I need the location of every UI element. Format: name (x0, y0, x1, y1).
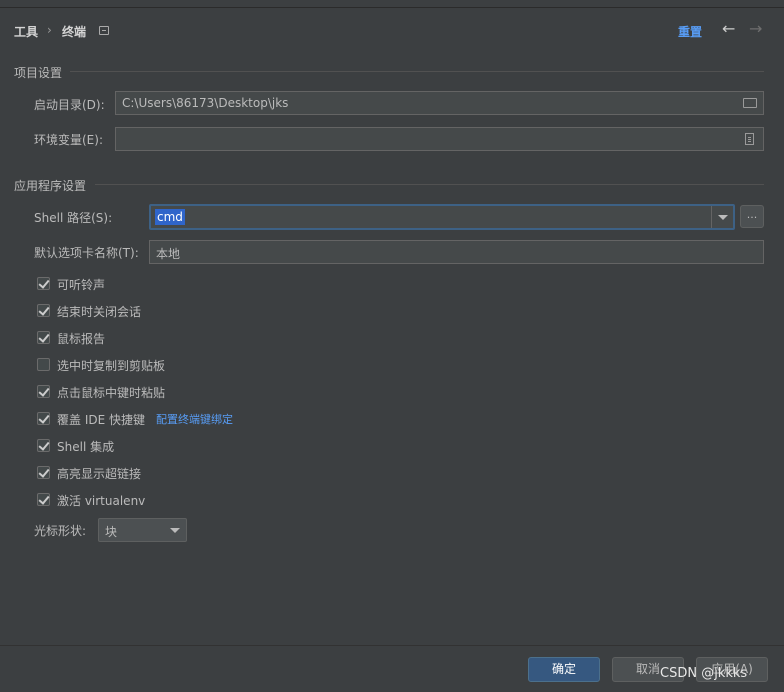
default-tab-name-value: 本地 (156, 247, 181, 261)
shell-path-value[interactable]: cmd (155, 209, 185, 225)
forward-arrow-icon[interactable]: → (749, 19, 762, 38)
window-top-edge (0, 0, 784, 8)
checkbox-label: 结束时关闭会话 (57, 305, 142, 319)
checkbox-icon[interactable] (37, 331, 50, 344)
chevron-down-icon (170, 528, 180, 533)
checkbox-label: 点击鼠标中键时粘贴 (57, 386, 166, 400)
checkbox-icon[interactable] (37, 385, 50, 398)
folder-icon[interactable] (743, 98, 757, 108)
ok-button[interactable]: 确定 (528, 657, 600, 682)
section-divider (95, 184, 764, 185)
breadcrumb-tools[interactable]: 工具 (14, 23, 38, 40)
chevron-down-icon[interactable] (711, 206, 733, 228)
checkbox-icon[interactable] (37, 412, 50, 425)
edit-env-icon[interactable] (745, 133, 754, 145)
shell-path-label: Shell 路径(S): (34, 211, 113, 225)
back-arrow-icon[interactable]: ← (722, 19, 735, 38)
env-vars-input[interactable] (115, 127, 764, 151)
cursor-shape-label: 光标形状: (34, 524, 87, 538)
breadcrumb-separator: › (47, 23, 52, 37)
start-dir-input[interactable]: C:\Users\86173\Desktop\jks (115, 91, 764, 115)
breadcrumb-terminal: 终端 (62, 25, 87, 39)
checkbox-label: 可听铃声 (57, 278, 106, 292)
checkbox-icon[interactable] (37, 493, 50, 506)
env-vars-label: 环境变量(E): (34, 133, 103, 147)
project-settings-icon (99, 26, 109, 35)
project-settings-title: 项目设置 (14, 66, 63, 80)
checkbox-label: 激活 virtualenv (57, 494, 146, 508)
checkbox-icon[interactable] (37, 304, 50, 317)
cursor-shape-value: 块 (105, 525, 118, 539)
configure-keymap-link[interactable]: 配置终端键绑定 (156, 411, 233, 427)
watermark: CSDN @jkkks (660, 666, 748, 681)
start-dir-value: C:\Users\86173\Desktop\jks (122, 96, 289, 110)
checkbox-label: 覆盖 IDE 快捷键 (57, 413, 145, 427)
cursor-shape-select[interactable]: 块 (98, 518, 187, 542)
settings-header: 工具 › 终端 重置 ← → (0, 9, 784, 53)
checkbox-icon[interactable] (37, 358, 50, 371)
checkbox-icon[interactable] (37, 277, 50, 290)
start-dir-label: 启动目录(D): (34, 98, 105, 112)
checkbox-label: 高亮显示超链接 (57, 467, 142, 481)
checkbox-label: Shell 集成 (57, 440, 115, 454)
shell-path-combo[interactable]: cmd (149, 204, 735, 230)
default-tab-name-label: 默认选项卡名称(T): (34, 246, 139, 260)
reset-link[interactable]: 重置 (678, 23, 702, 40)
checkbox-label: 选中时复制到剪贴板 (57, 359, 166, 373)
section-divider (70, 71, 764, 72)
default-tab-name-input[interactable]: 本地 (149, 240, 764, 264)
browse-shell-button[interactable]: ... (740, 205, 764, 228)
checkbox-label: 鼠标报告 (57, 332, 106, 346)
checkbox-icon[interactable] (37, 439, 50, 452)
checkbox-icon[interactable] (37, 466, 50, 479)
app-settings-title: 应用程序设置 (14, 179, 87, 193)
